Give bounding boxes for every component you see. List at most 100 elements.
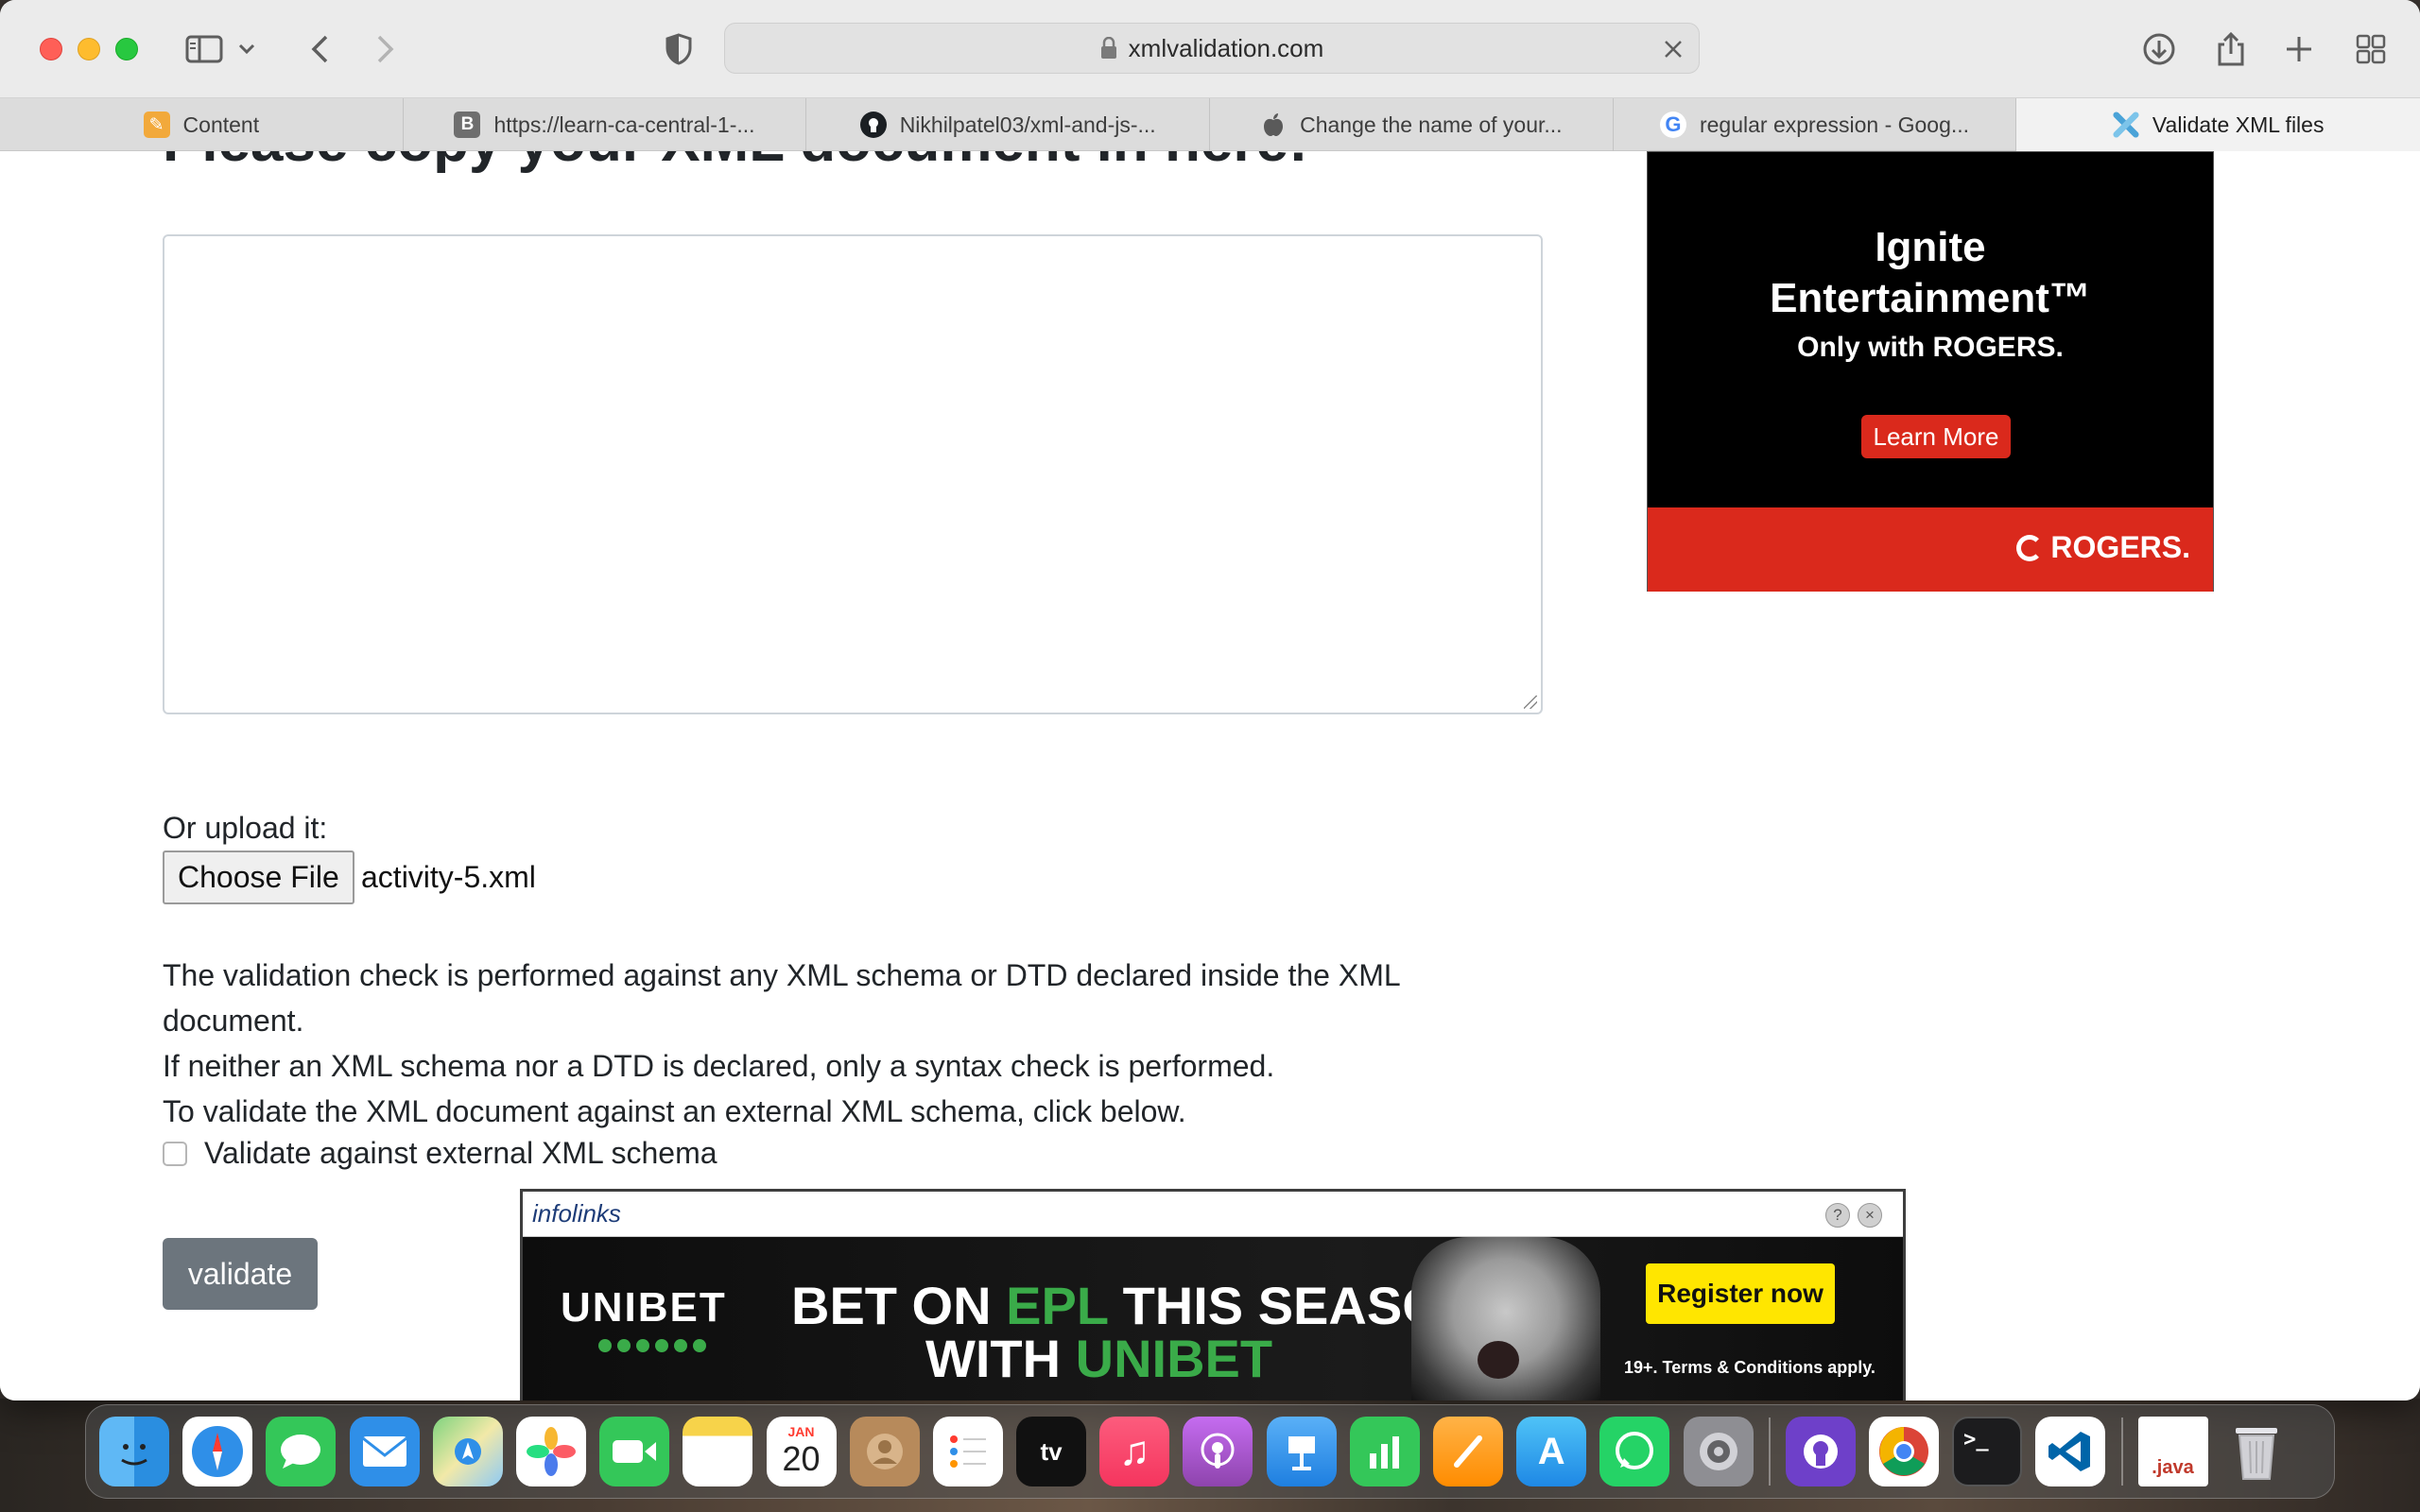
notes-icon[interactable] <box>683 1417 753 1486</box>
chevron-down-icon[interactable] <box>233 26 261 72</box>
google-icon: G <box>1659 112 1686 138</box>
apple-tv-icon[interactable]: tv <box>1016 1417 1087 1486</box>
back-arrow-icon[interactable] <box>297 26 342 72</box>
new-tab-plus-icon[interactable] <box>2276 26 2322 72</box>
tab-overview-icon[interactable] <box>2348 26 2394 72</box>
java-file-icon[interactable]: .java <box>2137 1417 2208 1486</box>
calendar-day: 20 <box>782 1439 821 1478</box>
numbers-icon[interactable] <box>1349 1417 1420 1486</box>
external-schema-checkbox[interactable] <box>163 1141 187 1166</box>
ad-footer-bar: ROGERS. <box>1648 507 2213 592</box>
facetime-icon[interactable] <box>599 1417 670 1486</box>
music-icon[interactable]: ♫ <box>1099 1417 1170 1486</box>
unibet-logo: UNIBET <box>561 1284 727 1331</box>
unibet-banner[interactable]: UNIBET BET ON EPL THIS SEASON WITH UNIBE… <box>523 1237 1903 1400</box>
share-icon[interactable] <box>2208 26 2254 72</box>
calendar-month: JAN <box>787 1424 815 1439</box>
ad-headline: Ignite Entertainment™ <box>1648 222 2213 324</box>
forward-arrow-icon[interactable] <box>363 26 408 72</box>
tab-label: https://learn-ca-central-1-... <box>493 112 755 137</box>
selected-file-name: activity-5.xml <box>361 860 536 894</box>
finder-icon[interactable] <box>99 1417 169 1486</box>
app-store-icon[interactable]: A <box>1516 1417 1587 1486</box>
calendar-icon[interactable]: JAN 20 <box>766 1417 837 1486</box>
browser-toolbar: xmlvalidation.com <box>0 0 2420 98</box>
chrome-icon[interactable] <box>1868 1417 1939 1486</box>
description-line: To validate the XML document against an … <box>163 1094 1186 1128</box>
tab-label: Nikhilpatel03/xml-and-js-... <box>899 112 1156 137</box>
apple-icon <box>1260 112 1287 138</box>
system-preferences-icon[interactable] <box>1683 1417 1754 1486</box>
xml-input-textarea[interactable] <box>163 234 1543 714</box>
lock-icon <box>1100 37 1117 60</box>
infolinks-overlay-ad[interactable]: infolinks ? × UNIBET BET ON EPL THIS SEA… <box>520 1189 1906 1400</box>
close-icon[interactable] <box>1659 35 1687 63</box>
resize-handle[interactable] <box>1524 696 1537 709</box>
java-file-label: .java <box>2152 1457 2194 1478</box>
reminders-icon[interactable] <box>932 1417 1003 1486</box>
help-icon[interactable]: ? <box>1825 1203 1850 1228</box>
safari-window: xmlvalidation.com ✎ Content B https://le… <box>0 0 2420 1400</box>
rogers-brand-text: ROGERS. <box>2050 530 2190 564</box>
download-icon[interactable] <box>2136 26 2182 72</box>
github-desktop-icon[interactable] <box>1785 1417 1856 1486</box>
terminal-icon[interactable]: >_ <box>1952 1417 2023 1486</box>
contacts-icon[interactable] <box>849 1417 920 1486</box>
validate-button[interactable]: validate <box>163 1238 318 1310</box>
rogers-logo: ROGERS. <box>2016 530 2190 565</box>
whatsapp-icon[interactable] <box>1599 1417 1670 1486</box>
ad-headline-line: Entertainment™ <box>1770 275 2091 321</box>
learn-more-button[interactable]: Learn More <box>1861 415 2011 458</box>
tab-content[interactable]: ✎ Content <box>0 98 404 151</box>
banner-person-image <box>1411 1237 1600 1400</box>
tab-github[interactable]: Nikhilpatel03/xml-and-js-... <box>806 98 1211 151</box>
podcasts-icon[interactable] <box>1183 1417 1253 1486</box>
window-zoom-button[interactable] <box>115 38 138 60</box>
vscode-icon[interactable] <box>2035 1417 2106 1486</box>
banner-headline-line2: WITH UNIBET <box>925 1329 1273 1388</box>
address-bar[interactable]: xmlvalidation.com <box>724 23 1700 74</box>
banner-terms: 19+. Terms & Conditions apply. <box>1624 1358 1876 1377</box>
messages-icon[interactable] <box>266 1417 337 1486</box>
web-page: Please copy your XML document in here: O… <box>0 151 2420 1400</box>
window-close-button[interactable] <box>40 38 62 60</box>
infolinks-header: infolinks ? × <box>523 1192 1903 1237</box>
page-heading: Please copy your XML document in here: <box>163 151 1308 175</box>
external-schema-option[interactable]: Validate against external XML schema <box>163 1136 717 1171</box>
tab-apple[interactable]: Change the name of your... <box>1210 98 1614 151</box>
safari-icon[interactable] <box>182 1417 253 1486</box>
tab-google[interactable]: G regular expression - Goog... <box>1614 98 2017 151</box>
trash-icon[interactable] <box>2221 1417 2291 1486</box>
x-logo-icon <box>2113 112 2139 138</box>
dock-separator <box>1768 1418 1771 1486</box>
ad-tagline: Only with ROGERS. <box>1797 332 2064 363</box>
description-line: If neither an XML schema nor a DTD is de… <box>163 1049 1275 1083</box>
dock-separator <box>2120 1418 2123 1486</box>
maps-icon[interactable] <box>432 1417 503 1486</box>
privacy-shield-icon[interactable] <box>656 26 701 72</box>
rogers-ring-icon <box>2016 534 2044 561</box>
rogers-advertisement[interactable]: Ignite Entertainment™ Only with ROGERS. … <box>1647 151 2214 592</box>
url-text: xmlvalidation.com <box>1128 33 1324 62</box>
validation-description: The validation check is performed agains… <box>163 953 1533 1134</box>
mail-icon[interactable] <box>349 1417 420 1486</box>
tab-validate-xml[interactable]: Validate XML files <box>2016 98 2420 151</box>
register-now-button[interactable]: Register now <box>1646 1263 1835 1324</box>
upload-label: Or upload it: <box>163 811 328 845</box>
close-icon[interactable]: × <box>1858 1203 1882 1228</box>
macos-dock: JAN 20 tv ♫ A >_ .java <box>85 1404 2335 1499</box>
tab-bar: ✎ Content B https://learn-ca-central-1-.… <box>0 98 2420 151</box>
pages-icon[interactable] <box>1433 1417 1503 1486</box>
choose-file-button[interactable]: Choose File <box>163 850 354 904</box>
tab-label: Validate XML files <box>2152 112 2325 137</box>
photos-icon[interactable] <box>515 1417 586 1486</box>
unibet-dots-icon <box>598 1339 706 1352</box>
tab-learn[interactable]: B https://learn-ca-central-1-... <box>404 98 807 151</box>
github-icon <box>859 112 887 138</box>
external-schema-label: Validate against external XML schema <box>204 1136 717 1170</box>
sidebar-toggle-icon[interactable] <box>182 26 227 72</box>
tab-label: regular expression - Goog... <box>1699 112 1970 137</box>
keynote-icon[interactable] <box>1266 1417 1337 1486</box>
window-minimize-button[interactable] <box>78 38 100 60</box>
ad-headline-line: Ignite <box>1875 224 1986 270</box>
